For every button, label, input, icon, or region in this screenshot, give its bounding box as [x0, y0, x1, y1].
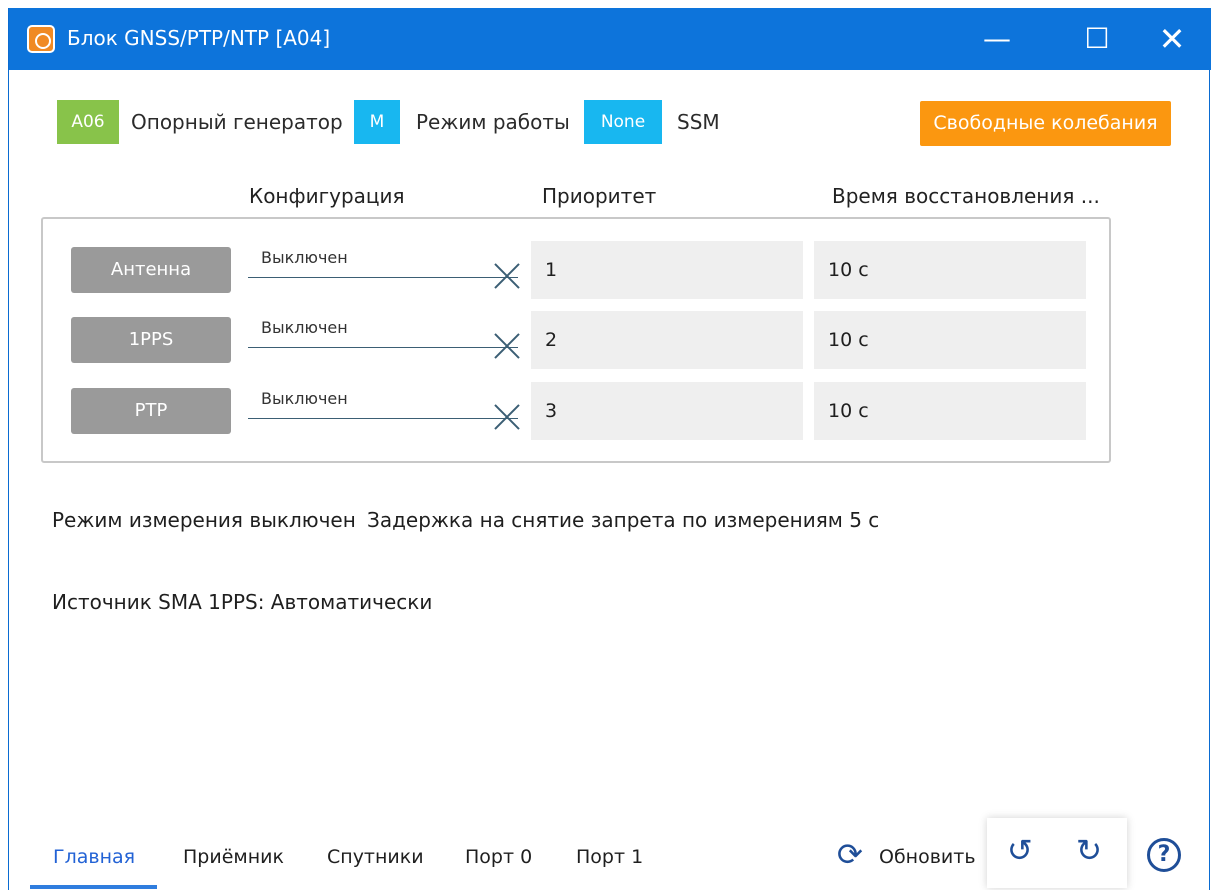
history-actions: ↺ ↻ [987, 818, 1127, 888]
configuration-header: Конфигурация [249, 184, 405, 208]
maximize-button[interactable]: ☐ [1067, 8, 1127, 70]
redo-icon[interactable]: ↻ [1076, 836, 1102, 867]
source-state: Выключен [261, 318, 348, 337]
antenna-source-button[interactable]: Антенна [71, 247, 231, 293]
connection-line [248, 277, 518, 278]
refresh-button[interactable]: Обновить [879, 846, 976, 868]
recovery-header: Время восстановления ... [832, 184, 1100, 208]
window: Блок GNSS/PTP/NTP [A04] — ☐ ✕ A06 Опорны… [8, 8, 1211, 890]
generator-label: Опорный генератор [131, 110, 343, 134]
source-state: Выключен [261, 389, 348, 408]
delay-text: Задержка на снятие запрета по измерениям… [367, 508, 880, 532]
disconnected-icon [493, 263, 521, 291]
free-run-button[interactable]: Свободные колебания [920, 101, 1171, 146]
window-title: Блок GNSS/PTP/NTP [A04] [67, 26, 331, 50]
tab-receiver[interactable]: Приёмник [183, 846, 284, 868]
tab-port-1[interactable]: Порт 1 [576, 846, 643, 868]
connection-line [248, 418, 518, 419]
ptp-source-button[interactable]: PTP [71, 388, 231, 434]
1pps-source-button[interactable]: 1PPS [71, 317, 231, 363]
tab-main[interactable]: Главная [53, 846, 135, 868]
minimize-button[interactable]: — [967, 8, 1027, 70]
close-button[interactable]: ✕ [1142, 8, 1202, 70]
measurement-mode-text: Режим измерения выключен [52, 508, 356, 532]
tab-port-0[interactable]: Порт 0 [465, 846, 532, 868]
priority-field[interactable]: 3 [531, 382, 803, 440]
ssm-badge: None [584, 100, 662, 144]
recovery-field[interactable]: 10 с [814, 382, 1086, 440]
source-row: Антенна Выключен 1 10 с [43, 219, 1113, 299]
source-text: Источник SMA 1PPS: Автоматически [52, 590, 433, 614]
source-row: PTP Выключен 3 10 с [43, 360, 1113, 440]
active-tab-indicator [30, 885, 157, 889]
undo-icon[interactable]: ↺ [1007, 836, 1033, 867]
source-state: Выключен [261, 248, 348, 267]
disconnected-icon [493, 404, 521, 432]
tab-satellites[interactable]: Спутники [327, 846, 424, 868]
source-row: 1PPS Выключен 2 10 с [43, 289, 1113, 369]
help-icon[interactable]: ? [1147, 838, 1181, 872]
source-table: Антенна Выключен 1 10 с 1PPS Выключен 2 … [41, 217, 1111, 463]
priority-header: Приоритет [542, 184, 657, 208]
mode-label: Режим работы [416, 110, 570, 134]
disconnected-icon [493, 333, 521, 361]
generator-badge: A06 [57, 100, 119, 144]
connection-line [248, 347, 518, 348]
ssm-label: SSM [677, 110, 720, 134]
app-icon [27, 25, 55, 53]
sync-icon: ⟳ [837, 837, 863, 873]
mode-badge: M [354, 100, 400, 144]
title-bar: Блок GNSS/PTP/NTP [A04] — ☐ ✕ [9, 8, 1211, 70]
